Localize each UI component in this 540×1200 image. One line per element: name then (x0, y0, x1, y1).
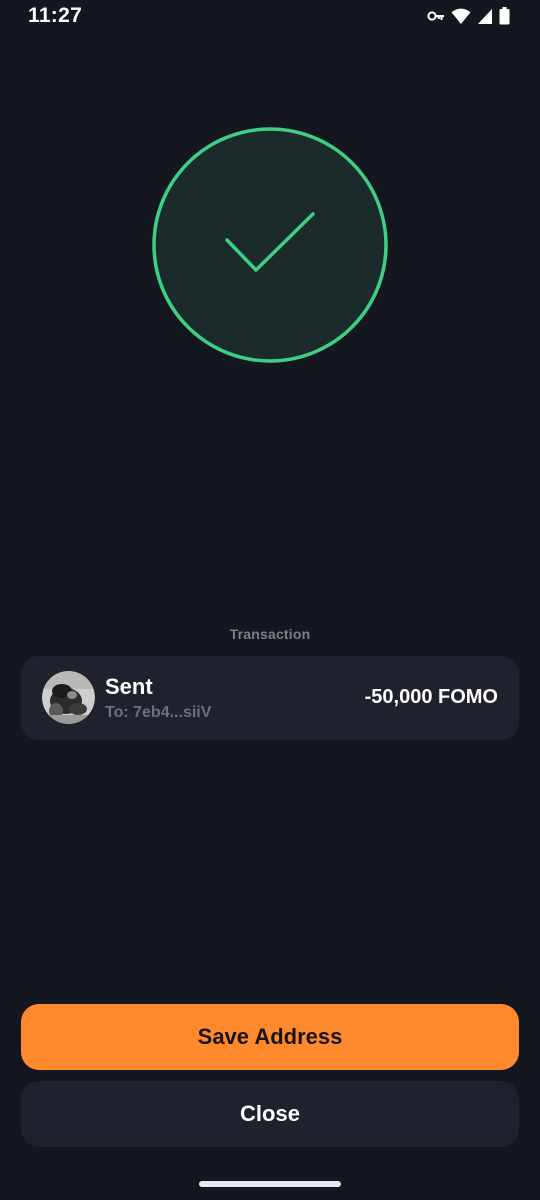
checkmark-icon (152, 127, 388, 363)
transaction-recipient: To: 7eb4...siiV (105, 704, 212, 721)
battery-icon (499, 7, 510, 25)
success-check-circle (152, 127, 388, 363)
status-icons (427, 7, 510, 25)
status-bar: 11:27 (0, 0, 540, 34)
home-indicator[interactable] (199, 1181, 341, 1187)
transaction-section-label: Transaction (229, 626, 311, 642)
wifi-icon (451, 7, 471, 25)
transaction-title: Sent (105, 674, 153, 699)
status-time: 11:27 (28, 4, 83, 27)
transaction-amount: -50,000 FOMO (364, 686, 498, 708)
close-button[interactable]: Close (21, 1081, 519, 1147)
token-avatar-icon (42, 671, 95, 724)
save-address-button[interactable]: Save Address (21, 1004, 519, 1070)
cellular-signal-icon (477, 7, 493, 25)
vpn-key-icon (427, 7, 445, 25)
transaction-card[interactable]: Sent To: 7eb4...siiV -50,000 FOMO (21, 656, 519, 740)
